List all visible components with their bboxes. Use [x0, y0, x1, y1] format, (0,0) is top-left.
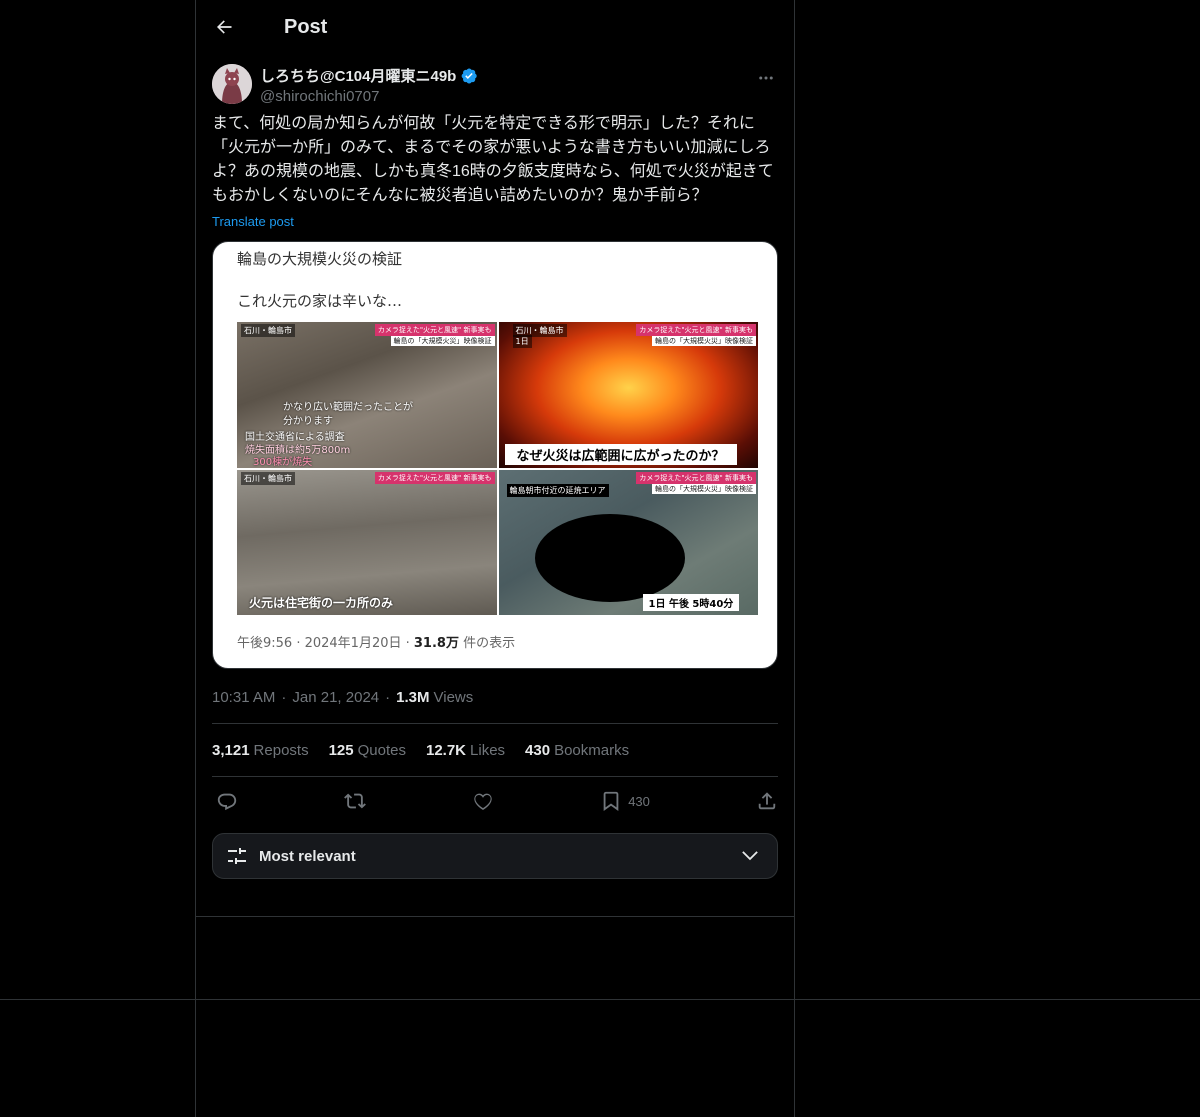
- post-time[interactable]: 10:31 AM: [212, 689, 275, 706]
- post-bottom-divider: [196, 916, 794, 917]
- media-footer-time: 午後9:56 · 2024年1月20日 ·: [237, 636, 414, 651]
- more-icon: [759, 76, 773, 80]
- translate-post-link[interactable]: Translate post: [196, 214, 794, 229]
- reposts-label: Reposts: [253, 741, 309, 759]
- post-detail: Post しろちち@C104月曜東ニ49b @shirochichi0707 ま…: [196, 0, 794, 879]
- chevron-down-icon: [742, 851, 758, 861]
- sort-replies-dropdown[interactable]: Most relevant: [212, 833, 778, 879]
- likes-count: 12.7K: [425, 741, 467, 759]
- quoted-image[interactable]: 輪島の大規模火災の検証 これ火元の家は辛いな… 石川・輪島市 カメラ捉えた"火元…: [212, 241, 778, 669]
- action-bar: 430: [196, 777, 794, 825]
- panel1-subtitle: 輪島の「大規模火災」映像検証: [390, 336, 495, 346]
- panel1-badge: カメラ捉えた"火元と風速" 新事実も: [374, 324, 495, 336]
- likes-stat[interactable]: 12.7K Likes: [426, 742, 505, 759]
- right-column-border: [794, 0, 795, 1117]
- share-button[interactable]: [756, 790, 778, 812]
- panel1-caption1: かなり広い範囲だったことが: [283, 402, 413, 413]
- panel4-caption: 1日 午後 5時40分: [642, 593, 740, 611]
- bookmark-icon: [603, 791, 619, 811]
- reply-button[interactable]: [216, 790, 238, 812]
- panel1-caption5: 300棟が焼失: [253, 457, 313, 468]
- like-button[interactable]: [472, 790, 494, 812]
- panel1-caption2: 分かります: [283, 416, 333, 427]
- more-options-button[interactable]: [754, 66, 778, 90]
- author-handle[interactable]: @shirochichi0707: [260, 88, 478, 105]
- post-text: まて、何処の局か知らんが何故「火元を特定できる形で明示」した？それに「火元が一か…: [212, 115, 774, 204]
- verified-badge-icon: [461, 67, 478, 84]
- panel2-caption: なぜ火災は広範囲に広がったのか？: [504, 444, 737, 465]
- media-footer: 午後9:56 · 2024年1月20日 · 31.8万 件の表示: [237, 632, 515, 651]
- post-meta: 10:31 AM · Jan 21, 2024 · 1.3M Views: [196, 687, 794, 707]
- likes-label: Likes: [470, 741, 506, 759]
- author-names: しろちち@C104月曜東ニ49b @shirochichi0707: [260, 64, 478, 110]
- back-button[interactable]: [212, 15, 236, 39]
- back-arrow-icon: [217, 20, 232, 34]
- aerial-photo-panel: 石川・輪島市 カメラ捉えた"火元と風速" 新事実も 輪島の「大規模火災」映像検証…: [237, 322, 497, 468]
- avatar[interactable]: [212, 64, 252, 104]
- author-display-name-row[interactable]: しろちち@C104月曜東ニ49b: [260, 65, 478, 86]
- reposts-count: 3,121: [212, 741, 250, 759]
- quotes-count: 125: [328, 741, 354, 759]
- panel3-badge: カメラ捉えた"火元と風速" 新事実も: [374, 471, 495, 484]
- panel2-day: 1日: [512, 335, 532, 348]
- media-title-line: 輪島の大規模火災の検証: [237, 250, 403, 268]
- panel3-caption: 火元は住宅街の一カ所のみ: [249, 595, 394, 610]
- redaction-blob: [534, 513, 685, 602]
- fire-photo-panel: 石川・輪島市 1日 カメラ捉えた"火元と風速" 新事実も 輪島の「大規模火災」映…: [498, 322, 758, 468]
- media-footer-views: 31.8万: [413, 636, 459, 651]
- panel3-location: 石川・輪島市: [241, 471, 295, 485]
- bookmark-count: 430: [628, 793, 650, 809]
- page-title: Post: [284, 15, 328, 38]
- post-date[interactable]: Jan 21, 2024: [292, 689, 379, 706]
- media-footer-views-label: 件の表示: [458, 636, 516, 651]
- avatar-image: [212, 64, 252, 104]
- views-count: 1.3M: [396, 688, 430, 706]
- repost-icon: [344, 793, 366, 809]
- repost-button[interactable]: [344, 790, 366, 812]
- media-comment-line: これ火元の家は辛いな…: [237, 292, 403, 310]
- post-author: しろちち@C104月曜東ニ49b @shirochichi0707: [196, 54, 794, 110]
- panel4-badge: カメラ捉えた"火元と風速" 新事実も: [636, 471, 756, 484]
- bookmark-button[interactable]: 430: [600, 790, 650, 812]
- sort-label: Most relevant: [259, 847, 356, 865]
- author-display-name: しろちち@C104月曜東ニ49b: [260, 68, 457, 85]
- quotes-label: Quotes: [357, 741, 406, 759]
- heart-icon: [474, 793, 492, 810]
- street-photo-panel: 石川・輪島市 カメラ捉えた"火元と風速" 新事実も 火元は住宅街の一カ所のみ: [237, 469, 497, 615]
- meta-dot: ·: [385, 688, 391, 706]
- sliders-icon: [228, 848, 246, 864]
- views-label: Views: [433, 688, 474, 706]
- map-photo-panel: 輪島朝市付近の延焼エリア カメラ捉えた"火元と風速" 新事実も 輪島の「大規模火…: [498, 469, 758, 615]
- panel2-subtitle: 輪島の「大規模火災」映像検証: [652, 336, 756, 346]
- panel2-badge: カメラ捉えた"火元と風速" 新事実も: [636, 324, 756, 336]
- meta-dot: ·: [281, 688, 287, 706]
- reposts-stat[interactable]: 3,121 Reposts: [212, 742, 309, 759]
- bookmarks-count: 430: [525, 741, 551, 759]
- panel4-subtitle: 輪島の「大規模火災」映像検証: [652, 483, 756, 494]
- news-image-grid: 石川・輪島市 カメラ捉えた"火元と風速" 新事実も 輪島の「大規模火災」映像検証…: [237, 322, 758, 615]
- share-icon: [758, 792, 776, 810]
- post-stats: 3,121 Reposts 125 Quotes 12.7K Likes 430 Boo…: [196, 724, 794, 776]
- panel1-location: 石川・輪島市: [241, 324, 295, 337]
- reply-icon: [217, 793, 237, 811]
- bookmarks-label: Bookmarks: [554, 741, 630, 759]
- header: Post: [196, 0, 794, 54]
- bookmarks-stat[interactable]: 430 Bookmarks: [525, 742, 629, 759]
- page-divider: [0, 999, 1200, 1000]
- panel4-location: 輪島朝市付近の延焼エリア: [506, 483, 609, 497]
- quotes-stat[interactable]: 125 Quotes: [329, 742, 406, 759]
